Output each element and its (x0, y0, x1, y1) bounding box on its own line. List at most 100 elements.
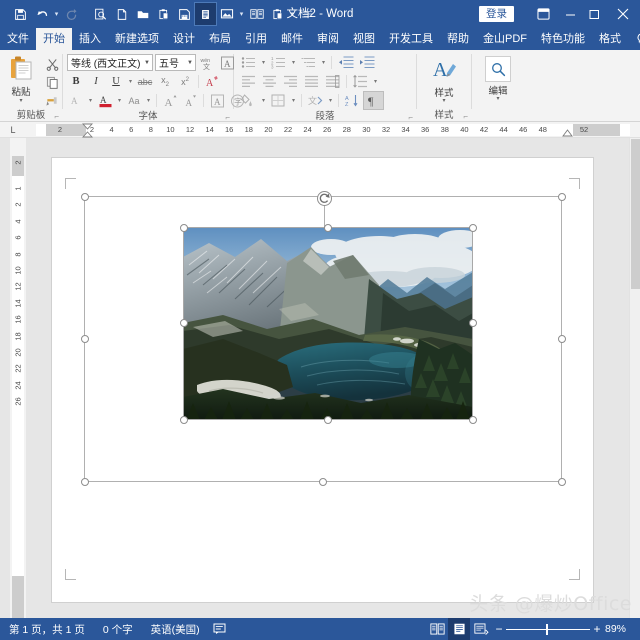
zoom-slider-thumb[interactable] (546, 624, 548, 635)
language-indicator[interactable]: 英语(美国) (142, 622, 209, 637)
font-color-icon[interactable]: A (96, 92, 114, 109)
editing-dropdown-caret[interactable]: ▾ (496, 96, 499, 102)
show-marks-icon[interactable]: ¶ (363, 91, 384, 110)
sort-icon[interactable]: AZ (343, 92, 362, 109)
increase-indent-icon[interactable] (357, 54, 376, 71)
undo-icon[interactable] (31, 3, 52, 25)
borders-dropdown-caret[interactable]: ▾ (290, 97, 297, 104)
styles-dropdown-caret[interactable]: ▾ (442, 98, 445, 104)
asian-layout-icon[interactable]: 文 (306, 92, 325, 109)
ribbon-display-options-icon[interactable] (528, 0, 558, 28)
read-mode-view-button[interactable] (426, 618, 448, 640)
tell-me-box[interactable]: 告诉我 (628, 28, 640, 50)
save-icon[interactable] (10, 3, 31, 25)
picture-handle-middle-right[interactable] (468, 319, 477, 327)
tab-references[interactable]: 引用 (238, 28, 274, 50)
underline-dropdown-caret[interactable]: ▾ (127, 78, 134, 85)
shading-dropdown-caret[interactable]: ▾ (260, 97, 267, 104)
word-count[interactable]: 0 个字 (94, 622, 142, 637)
picture-handle-bottom-center[interactable] (323, 415, 332, 424)
tab-insert[interactable]: 插入 (72, 28, 108, 50)
outer-handle-middle-right[interactable] (557, 334, 566, 343)
italic-icon[interactable]: I (87, 73, 105, 90)
save-as-icon[interactable] (174, 3, 195, 25)
clipboard-tools-icon[interactable] (267, 3, 288, 25)
proofing-errors-icon[interactable] (209, 623, 230, 635)
close-button[interactable] (606, 0, 640, 28)
page-indicator[interactable]: 第 1 页，共 1 页 (0, 622, 94, 637)
tab-layout[interactable]: 布局 (202, 28, 238, 50)
align-center-icon[interactable] (260, 73, 279, 90)
font-family-combo[interactable]: 等线 (西文正文) ▼ (67, 54, 153, 71)
undo-dropdown-caret[interactable]: ▾ (52, 3, 61, 25)
numbered-list-icon[interactable]: 123 (269, 54, 288, 71)
zoom-level-label[interactable]: 89% (604, 623, 634, 635)
outer-handle-top-right[interactable] (557, 192, 566, 201)
phonetic-guide-icon[interactable]: Aa (125, 92, 143, 109)
maximize-button[interactable] (582, 0, 606, 28)
print-layout-view-button[interactable] (448, 618, 470, 640)
line-spacing-dropdown-caret[interactable]: ▾ (372, 78, 379, 85)
print-preview-icon[interactable] (90, 3, 111, 25)
redo-icon[interactable] (61, 3, 82, 25)
picture-dropdown-caret[interactable]: ▾ (237, 3, 246, 25)
new-document-icon[interactable] (111, 3, 132, 25)
grow-font-icon[interactable]: A (161, 92, 179, 109)
scrollbar-thumb[interactable] (631, 139, 640, 289)
character-border-icon[interactable]: A (208, 92, 226, 109)
picture-selection-frame[interactable] (179, 223, 477, 424)
tab-kingsoft-pdf[interactable]: 金山PDF (476, 28, 534, 50)
text-highlight-icon[interactable]: A (67, 92, 85, 109)
outer-handle-top-left[interactable] (80, 192, 89, 201)
zoom-out-button[interactable]: − (492, 622, 506, 636)
shading-icon[interactable] (239, 92, 258, 109)
document-canvas[interactable] (26, 138, 640, 618)
styles-button[interactable]: A 样式 ▾ (424, 53, 464, 104)
bold-icon[interactable]: B (67, 73, 85, 90)
distribute-icon[interactable] (323, 73, 342, 90)
picture-handle-top-left[interactable] (179, 223, 188, 232)
outer-handle-middle-left[interactable] (80, 334, 89, 343)
customize-quick-access-icon[interactable] (297, 3, 318, 25)
subscript-icon[interactable]: x2 (156, 73, 174, 90)
tab-help[interactable]: 帮助 (440, 28, 476, 50)
justify-icon[interactable] (302, 73, 321, 90)
superscript-icon[interactable]: x2 (176, 73, 194, 90)
outer-handle-bottom-right[interactable] (557, 477, 566, 486)
tab-home[interactable]: 开始 (36, 28, 72, 50)
text-effects-icon[interactable]: A (203, 73, 221, 90)
numbered-dropdown-caret[interactable]: ▾ (290, 59, 297, 66)
line-spacing-icon[interactable] (351, 73, 370, 90)
rotate-handle[interactable] (317, 191, 332, 206)
horizontal-ruler[interactable]: L 2 52 2 4 6 8 10 12 14 16 18 20 22 24 26 28 30 32 34 36 3… (0, 122, 640, 138)
compare-pages-icon[interactable] (246, 3, 267, 25)
zoom-slider[interactable] (506, 623, 590, 635)
change-case-icon[interactable]: wén 文 (198, 54, 216, 71)
phonetic-dropdown-caret[interactable]: ▾ (145, 97, 152, 104)
paste-dropdown-caret[interactable]: ▾ (19, 98, 22, 104)
document-view-icon[interactable] (194, 2, 217, 26)
web-layout-view-button[interactable] (470, 618, 492, 640)
tab-developer[interactable]: 开发工具 (382, 28, 440, 50)
zoom-in-button[interactable]: + (590, 622, 604, 636)
outer-handle-bottom-center[interactable] (318, 477, 327, 486)
tab-view[interactable]: 视图 (346, 28, 382, 50)
tab-review[interactable]: 审阅 (310, 28, 346, 50)
shrink-font-icon[interactable]: A (181, 92, 199, 109)
first-line-indent-marker[interactable] (82, 123, 93, 139)
picture-handle-middle-left[interactable] (179, 319, 188, 327)
zoom-control[interactable]: − + 89% (492, 622, 640, 636)
picture-insert-icon[interactable] (216, 3, 237, 25)
tab-stop-selector[interactable]: L (0, 122, 26, 138)
document-page[interactable] (52, 158, 593, 602)
bullet-dropdown-caret[interactable]: ▾ (260, 59, 267, 66)
picture-handle-bottom-left[interactable] (179, 415, 188, 424)
tab-featured[interactable]: 特色功能 (534, 28, 592, 50)
cut-icon[interactable] (42, 56, 62, 73)
picture-handle-top-right[interactable] (468, 223, 477, 232)
font-color-dropdown-caret[interactable]: ▾ (116, 97, 123, 104)
tab-new-options[interactable]: 新建选项 (108, 28, 166, 50)
tab-mailings[interactable]: 邮件 (274, 28, 310, 50)
paste-clipboard-icon[interactable] (153, 3, 174, 25)
tab-design[interactable]: 设计 (166, 28, 202, 50)
